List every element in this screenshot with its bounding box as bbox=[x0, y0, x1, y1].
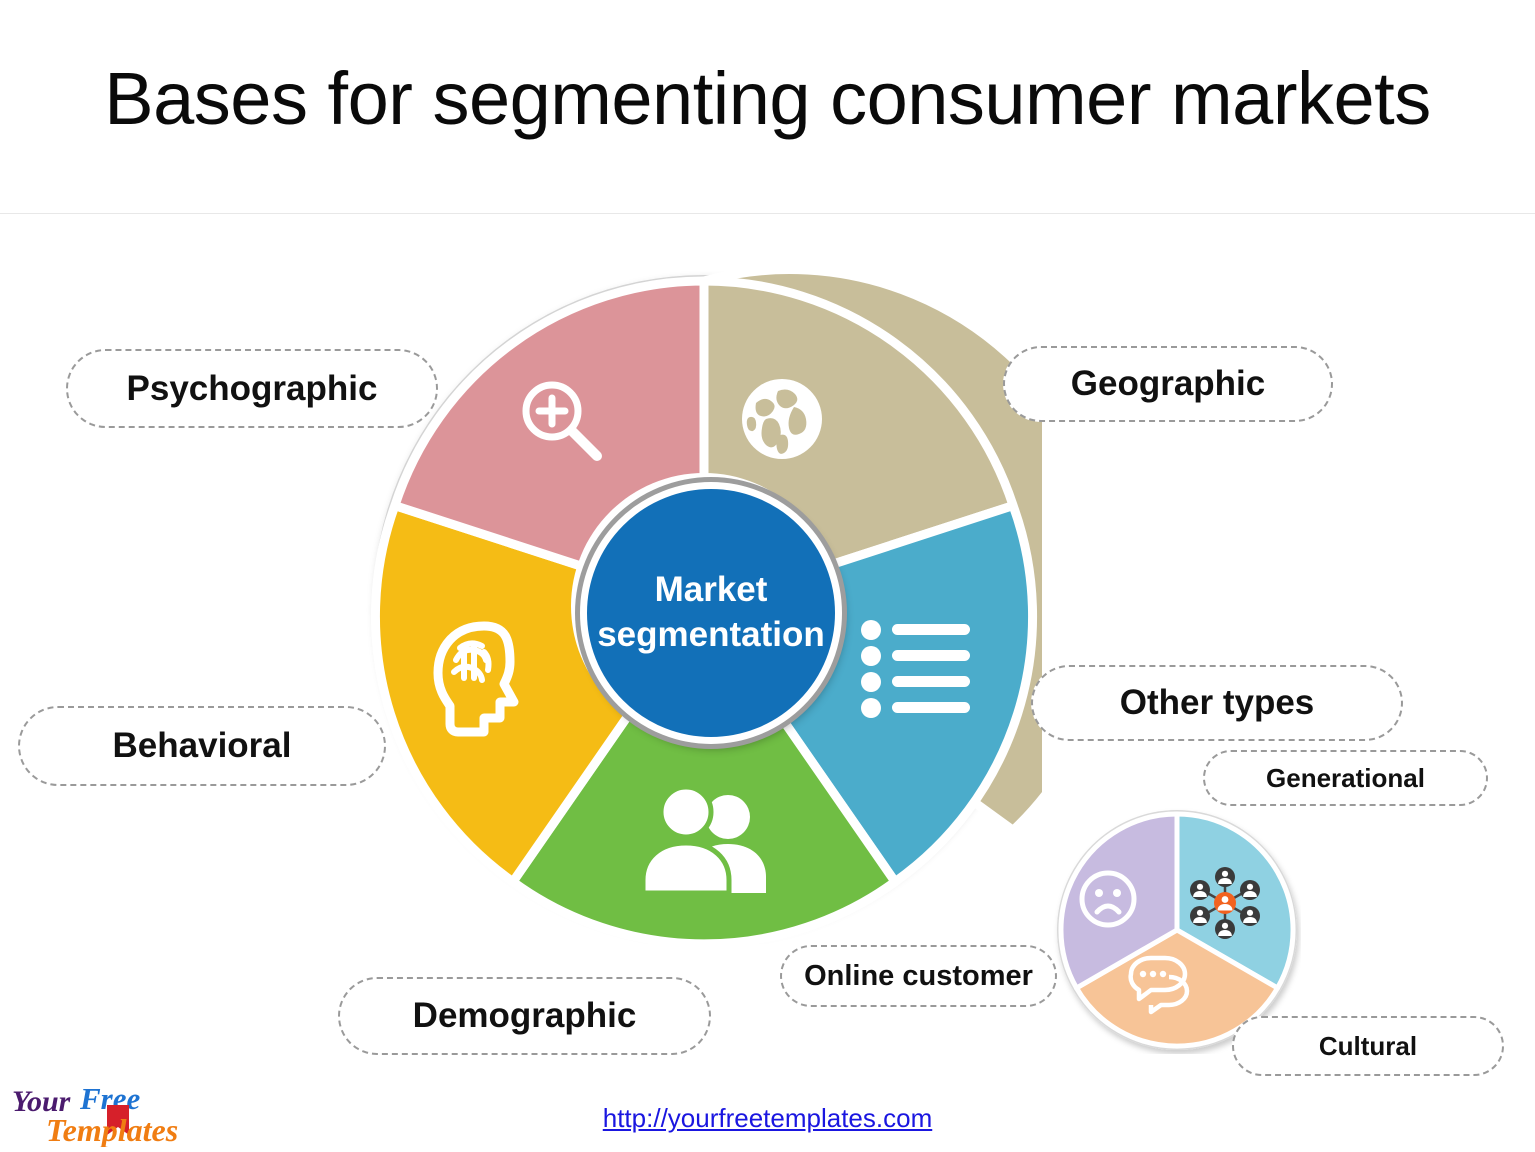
pill-text: Online customer bbox=[804, 959, 1033, 992]
center-title-line1: Market bbox=[654, 570, 768, 610]
pill-text: Psychographic bbox=[126, 368, 378, 408]
label-generational[interactable]: Generational bbox=[1203, 750, 1488, 806]
pill-text: Cultural bbox=[1318, 1030, 1418, 1061]
market-segmentation-donut-chart: Market segmentation bbox=[366, 268, 1042, 944]
pill-text: Other types bbox=[1119, 683, 1315, 722]
page-title: Bases for segmenting consumer markets bbox=[104, 57, 1431, 140]
label-cultural[interactable]: Cultural bbox=[1232, 1016, 1504, 1076]
footer-url-link[interactable]: http://yourfreetemplates.com bbox=[0, 1103, 1535, 1134]
pill-text: Geographic bbox=[1070, 364, 1266, 403]
pill-text: Behavioral bbox=[112, 726, 292, 765]
label-geographic[interactable]: Geographic bbox=[1003, 346, 1333, 422]
pill-text: Generational bbox=[1266, 762, 1425, 793]
label-online-customer[interactable]: Online customer bbox=[780, 945, 1057, 1007]
title-divider bbox=[0, 213, 1535, 214]
label-other-types[interactable]: Other types bbox=[1031, 665, 1403, 741]
label-behavioral[interactable]: Behavioral bbox=[18, 706, 386, 786]
label-demographic[interactable]: Demographic bbox=[338, 977, 711, 1055]
label-psychographic[interactable]: Psychographic bbox=[66, 349, 438, 428]
center-hub[interactable]: Market segmentation bbox=[580, 482, 842, 744]
center-title-line2: segmentation bbox=[597, 615, 825, 654]
pill-text: Demographic bbox=[412, 996, 637, 1035]
